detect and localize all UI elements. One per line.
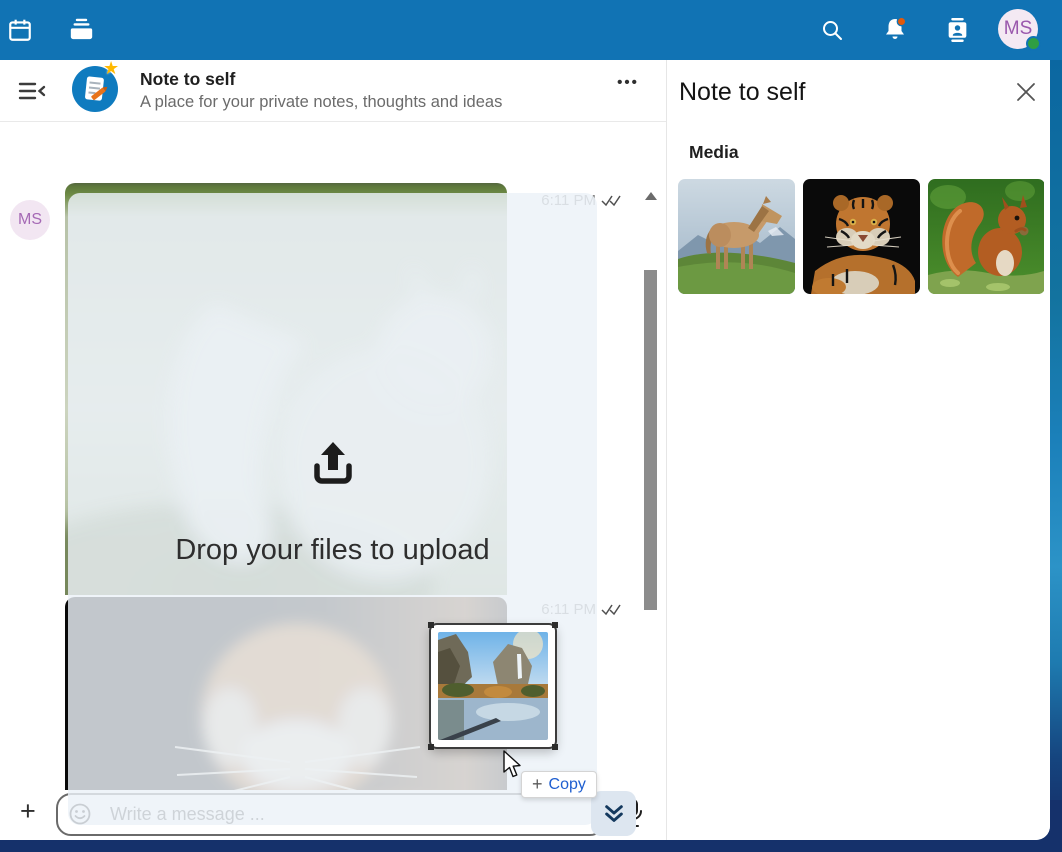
notification-badge [897,17,905,25]
media-item-horse-photo[interactable] [678,179,795,294]
online-status-dot [1026,36,1041,51]
hide-chat-list-icon[interactable] [18,81,46,101]
search-icon[interactable] [820,18,844,42]
drag-handle [428,622,434,628]
drop-zone-label: Drop your files to upload [68,534,597,567]
double-chevron-down-icon [603,803,625,825]
chat-header: ★ Note to self A place for your private … [0,60,666,122]
scrollbar-up-arrow[interactable] [645,192,657,200]
app-screen: ★ Note to self A place for your private … [0,0,1062,852]
media-item-squirrel-photo[interactable] [928,179,1045,294]
conversation-details-panel: Note to self Media [666,60,1050,840]
read-receipt-icon [601,602,624,616]
panel-title: Note to self [679,78,805,107]
message-list: MS [0,122,666,790]
desktop-edge-right [1050,60,1062,852]
add-attachment-button[interactable]: + [20,796,36,827]
media-item-tiger-photo[interactable] [803,179,920,294]
sender-avatar[interactable]: MS [10,200,50,240]
chat-subtitle: A place for your private notes, thoughts… [140,93,502,112]
app-window: ★ Note to self A place for your private … [0,60,1050,840]
dragged-file-thumbnail[interactable] [429,623,557,749]
yosemite-valley-photo [438,632,548,740]
favorite-star-icon: ★ [103,60,119,79]
scroll-to-latest-button[interactable] [591,791,636,836]
desktop-edge-bottom [0,840,1062,852]
read-receipt-icon [601,193,624,207]
drag-handle [428,744,434,750]
mouse-cursor-icon [502,750,522,779]
plus-icon: + [532,774,543,795]
close-icon[interactable] [1014,80,1038,104]
chat-title: Note to self [140,69,235,90]
drag-copy-badge: + Copy [521,771,597,798]
drag-handle [552,622,558,628]
upload-icon [305,436,361,492]
more-options-icon[interactable]: ••• [606,74,650,106]
contacts-icon[interactable] [945,17,970,43]
notifications-bell-icon[interactable] [881,15,909,43]
calendar-icon[interactable] [7,17,33,43]
drag-handle [552,744,558,750]
inbox-tray-icon[interactable] [68,16,95,43]
top-app-bar: MS [0,0,1062,60]
media-gallery [678,179,1045,294]
media-section-heading: Media [689,142,739,163]
scrollbar-thumb[interactable] [644,270,657,610]
copy-action-label: Copy [549,776,586,794]
